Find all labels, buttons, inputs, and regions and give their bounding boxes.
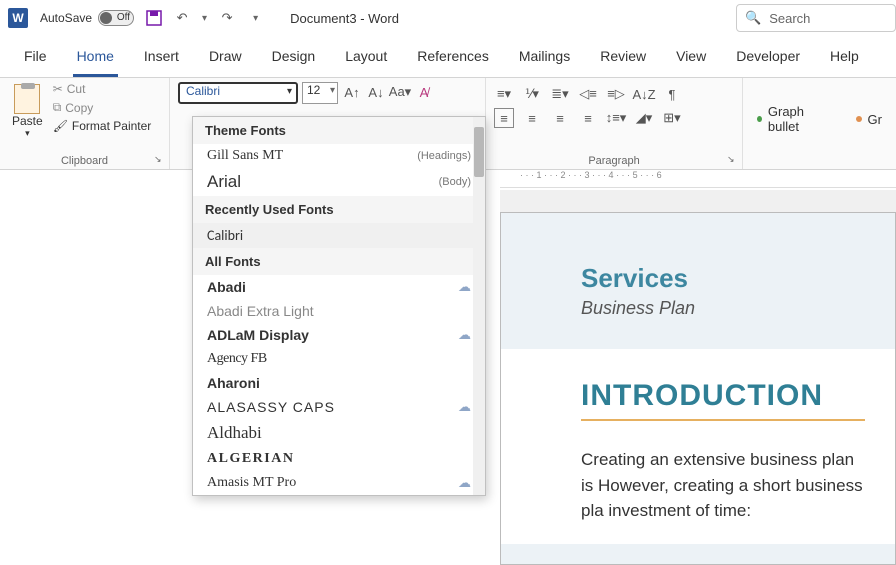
undo-button[interactable]: ↶ xyxy=(172,8,192,28)
justify-button[interactable]: ≡ xyxy=(578,108,598,128)
tab-layout[interactable]: Layout xyxy=(341,42,391,77)
brush-icon: 🖌 xyxy=(53,119,68,133)
font-arial[interactable]: Arial (Body) xyxy=(193,168,485,196)
tab-home[interactable]: Home xyxy=(73,42,118,77)
font-size-combo[interactable]: 12 xyxy=(302,82,338,104)
clipboard-launcher[interactable]: ↘ xyxy=(154,154,166,166)
tab-draw[interactable]: Draw xyxy=(205,42,246,77)
numbering-button[interactable]: ⅟▾ xyxy=(522,84,542,104)
align-left-button[interactable]: ≡ xyxy=(494,108,514,128)
redo-button[interactable]: ↷ xyxy=(217,8,237,28)
decrease-font-button[interactable]: A↓ xyxy=(366,82,386,102)
document-view[interactable]: Services Business Plan INTRODUCTION Crea… xyxy=(500,190,896,531)
theme-fonts-header: Theme Fonts xyxy=(193,117,485,144)
font-aldhabi[interactable]: Aldhabi xyxy=(193,419,485,447)
paragraph-launcher[interactable]: ↘ xyxy=(727,154,739,166)
font-agency-fb[interactable]: Agency FB xyxy=(193,347,485,371)
style-graph-bullet[interactable]: Graph bullet xyxy=(757,104,826,134)
search-icon: 🔍 xyxy=(745,10,761,26)
save-icon[interactable] xyxy=(146,10,162,26)
font-dropdown-scrollbar[interactable] xyxy=(473,117,485,495)
horizontal-ruler[interactable]: · · · 1 · · · 2 · · · 3 · · · 4 · · · 5 … xyxy=(500,170,896,188)
cloud-icon: ☁ xyxy=(458,399,471,415)
tab-developer[interactable]: Developer xyxy=(732,42,804,77)
heading-services[interactable]: Services xyxy=(581,263,865,294)
tab-mailings[interactable]: Mailings xyxy=(515,42,574,77)
font-name-combo[interactable]: Calibri xyxy=(178,82,298,104)
tab-design[interactable]: Design xyxy=(268,42,320,77)
paste-button[interactable]: Paste ▾ xyxy=(8,82,47,141)
borders-button[interactable]: ⊞▾ xyxy=(662,108,682,128)
document-title: Document3 - Word xyxy=(290,11,399,26)
clipboard-group-label: Clipboard xyxy=(61,155,108,167)
orange-bullet-icon xyxy=(856,116,862,122)
copy-button[interactable]: ⧉Copy xyxy=(53,100,152,115)
font-gill-sans[interactable]: Gill Sans MT (Headings) xyxy=(193,144,485,168)
copy-icon: ⧉ xyxy=(53,100,62,115)
scrollbar-thumb[interactable] xyxy=(474,127,484,177)
heading-introduction[interactable]: INTRODUCTION xyxy=(581,379,865,421)
tab-view[interactable]: View xyxy=(672,42,710,77)
font-abadi-extra-light[interactable]: Abadi Extra Light xyxy=(193,299,485,323)
all-fonts-header: All Fonts xyxy=(193,248,485,275)
line-spacing-button[interactable]: ↕≡▾ xyxy=(606,108,626,128)
cut-icon: ✂ xyxy=(53,82,63,96)
font-adlam-display[interactable]: ADLaM Display ☁ xyxy=(193,323,485,347)
increase-indent-button[interactable]: ≡▷ xyxy=(606,84,626,104)
font-amasis[interactable]: Amasis MT Pro ☁ xyxy=(193,471,485,495)
sort-button[interactable]: A↓Z xyxy=(634,84,654,104)
show-marks-button[interactable]: ¶ xyxy=(662,84,682,104)
subtitle[interactable]: Business Plan xyxy=(581,298,865,319)
increase-font-button[interactable]: A↑ xyxy=(342,82,362,102)
decrease-indent-button[interactable]: ◁≡ xyxy=(578,84,598,104)
font-dropdown[interactable]: Theme Fonts Gill Sans MT (Headings) Aria… xyxy=(192,116,486,496)
green-bullet-icon xyxy=(757,116,762,122)
font-abadi[interactable]: Abadi ☁ xyxy=(193,275,485,299)
change-case-button[interactable]: Aa▾ xyxy=(390,82,410,102)
clear-formatting-button[interactable]: A̸ xyxy=(414,82,434,102)
search-box[interactable]: 🔍 Search xyxy=(736,4,896,32)
tab-insert[interactable]: Insert xyxy=(140,42,183,77)
cloud-icon: ☁ xyxy=(458,475,471,491)
font-aharoni[interactable]: Aharoni xyxy=(193,371,485,395)
font-algerian[interactable]: ALGERIAN xyxy=(193,447,485,471)
autosave-label: AutoSave xyxy=(40,11,92,25)
bullets-button[interactable]: ≡▾ xyxy=(494,84,514,104)
word-app-icon: W xyxy=(8,8,28,28)
style-gr[interactable]: Gr xyxy=(856,104,882,134)
tab-file[interactable]: File xyxy=(20,42,51,77)
align-right-button[interactable]: ≡ xyxy=(550,108,570,128)
body-text[interactable]: Creating an extensive business plan is H… xyxy=(581,447,865,524)
tab-review[interactable]: Review xyxy=(596,42,650,77)
paste-icon xyxy=(14,84,40,114)
multilevel-button[interactable]: ≣▾ xyxy=(550,84,570,104)
shading-button[interactable]: ◢▾ xyxy=(634,108,654,128)
paragraph-group-label: Paragraph xyxy=(588,155,639,167)
autosave-toggle[interactable]: Off xyxy=(98,10,134,26)
cloud-icon: ☁ xyxy=(458,279,471,295)
recently-used-header: Recently Used Fonts xyxy=(193,196,485,223)
tab-help[interactable]: Help xyxy=(826,42,863,77)
format-painter-button[interactable]: 🖌Format Painter xyxy=(53,119,152,133)
align-center-button[interactable]: ≡ xyxy=(522,108,542,128)
cut-button[interactable]: ✂Cut xyxy=(53,82,152,96)
cloud-icon: ☁ xyxy=(458,327,471,343)
tab-references[interactable]: References xyxy=(413,42,493,77)
page[interactable]: Services Business Plan INTRODUCTION Crea… xyxy=(500,212,896,565)
font-alasassy-caps[interactable]: ALASASSY CAPS ☁ xyxy=(193,395,485,419)
font-calibri[interactable]: Calibri xyxy=(193,223,485,248)
